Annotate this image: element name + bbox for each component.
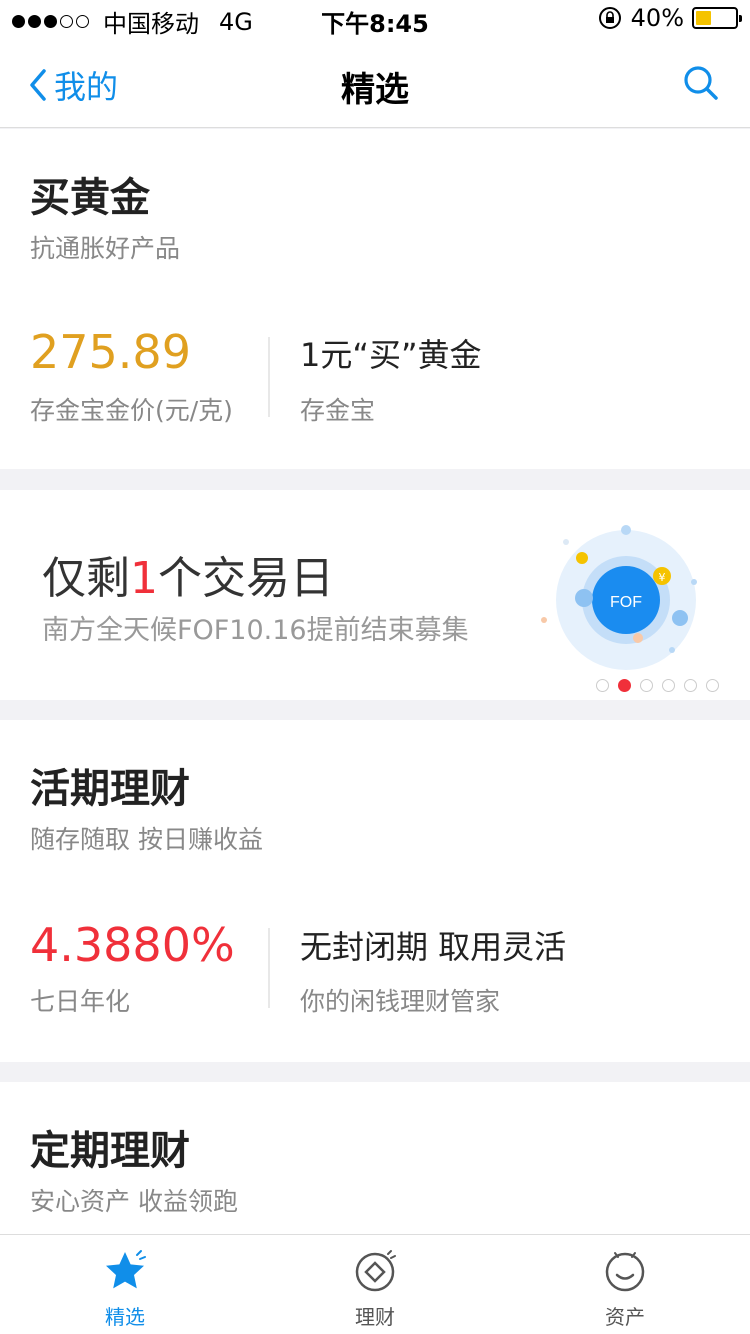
pager-dot[interactable] xyxy=(662,679,675,692)
tab-finance[interactable]: 理财 xyxy=(315,1249,435,1330)
gold-feature-title: 1元“买”黄金 xyxy=(300,336,482,374)
banner-title-highlight: 1 xyxy=(130,553,158,604)
pager-dot[interactable] xyxy=(684,679,697,692)
fixed-subtitle: 安心资产 收益领跑 xyxy=(30,1187,238,1216)
gold-divider xyxy=(268,337,270,417)
current-rate-label: 七日年化 xyxy=(30,987,131,1016)
gold-subtitle: 抗通胀好产品 xyxy=(30,234,181,263)
banner-title-prefix: 仅剩 xyxy=(42,553,130,604)
battery-icon xyxy=(692,7,742,29)
current-divider xyxy=(268,928,270,1008)
tab-featured-label: 精选 xyxy=(105,1305,145,1329)
fixed-title: 定期理财 xyxy=(30,1128,190,1174)
current-title: 活期理财 xyxy=(30,766,190,812)
gold-price-label: 存金宝金价(元/克) xyxy=(30,396,233,425)
gold-card[interactable]: 买黄金 抗通胀好产品 275.89 存金宝金价(元/克) 1元“买”黄金 存金宝 xyxy=(0,129,750,469)
current-finance-card[interactable]: 活期理财 随存随取 按日赚收益 4.3880% 七日年化 无封闭期 取用灵活 你… xyxy=(0,720,750,1062)
nav-bar: 我的 精选 xyxy=(0,40,750,128)
banner-pager[interactable] xyxy=(596,679,719,692)
tab-finance-label: 理财 xyxy=(355,1305,395,1329)
banner-title-suffix: 个交易日 xyxy=(158,553,334,604)
gold-title: 买黄金 xyxy=(30,175,150,221)
tab-assets-label: 资产 xyxy=(605,1305,645,1329)
fixed-finance-card[interactable]: 定期理财 安心资产 收益领跑 xyxy=(0,1082,750,1234)
pager-dot[interactable] xyxy=(706,679,719,692)
search-button[interactable] xyxy=(682,64,720,106)
rotation-lock-icon xyxy=(598,7,621,29)
star-icon xyxy=(106,1250,146,1289)
current-subtitle: 随存随取 按日赚收益 xyxy=(30,825,263,854)
battery-fill xyxy=(696,11,712,25)
page-title: 精选 xyxy=(341,70,409,110)
gold-feature-subtitle: 存金宝 xyxy=(300,396,376,425)
current-feature-title: 无封闭期 取用灵活 xyxy=(300,928,567,966)
finance-icon xyxy=(355,1250,396,1292)
pager-dot[interactable] xyxy=(640,679,653,692)
promo-banner[interactable]: 仅剩1个交易日 南方全天候FOF10.16提前结束募集 FOF ¥ xyxy=(0,490,750,700)
tab-assets[interactable]: 资产 xyxy=(565,1249,685,1330)
fof-illustration-icon: FOF ¥ xyxy=(541,525,697,670)
battery-percent: 40% xyxy=(630,4,684,32)
fof-badge-label: FOF xyxy=(610,594,642,611)
status-right: 40% xyxy=(597,4,742,32)
current-rate: 4.3880% xyxy=(30,918,235,972)
assets-icon xyxy=(605,1252,645,1292)
gold-price: 275.89 xyxy=(30,325,191,379)
current-feature-subtitle: 你的闲钱理财管家 xyxy=(300,987,501,1016)
tab-featured[interactable]: 精选 xyxy=(65,1249,185,1330)
pager-dot[interactable] xyxy=(618,679,631,692)
yen-coin-icon: ¥ xyxy=(659,571,666,584)
banner-title: 仅剩1个交易日 xyxy=(42,542,334,606)
status-bar: 中国移动 4G 下午8:45 40% xyxy=(0,0,750,40)
search-icon xyxy=(684,66,718,100)
banner-subtitle: 南方全天候FOF10.16提前结束募集 xyxy=(42,615,469,646)
pager-dot[interactable] xyxy=(596,679,609,692)
tab-bar: 精选 理财 资产 xyxy=(0,1234,750,1334)
